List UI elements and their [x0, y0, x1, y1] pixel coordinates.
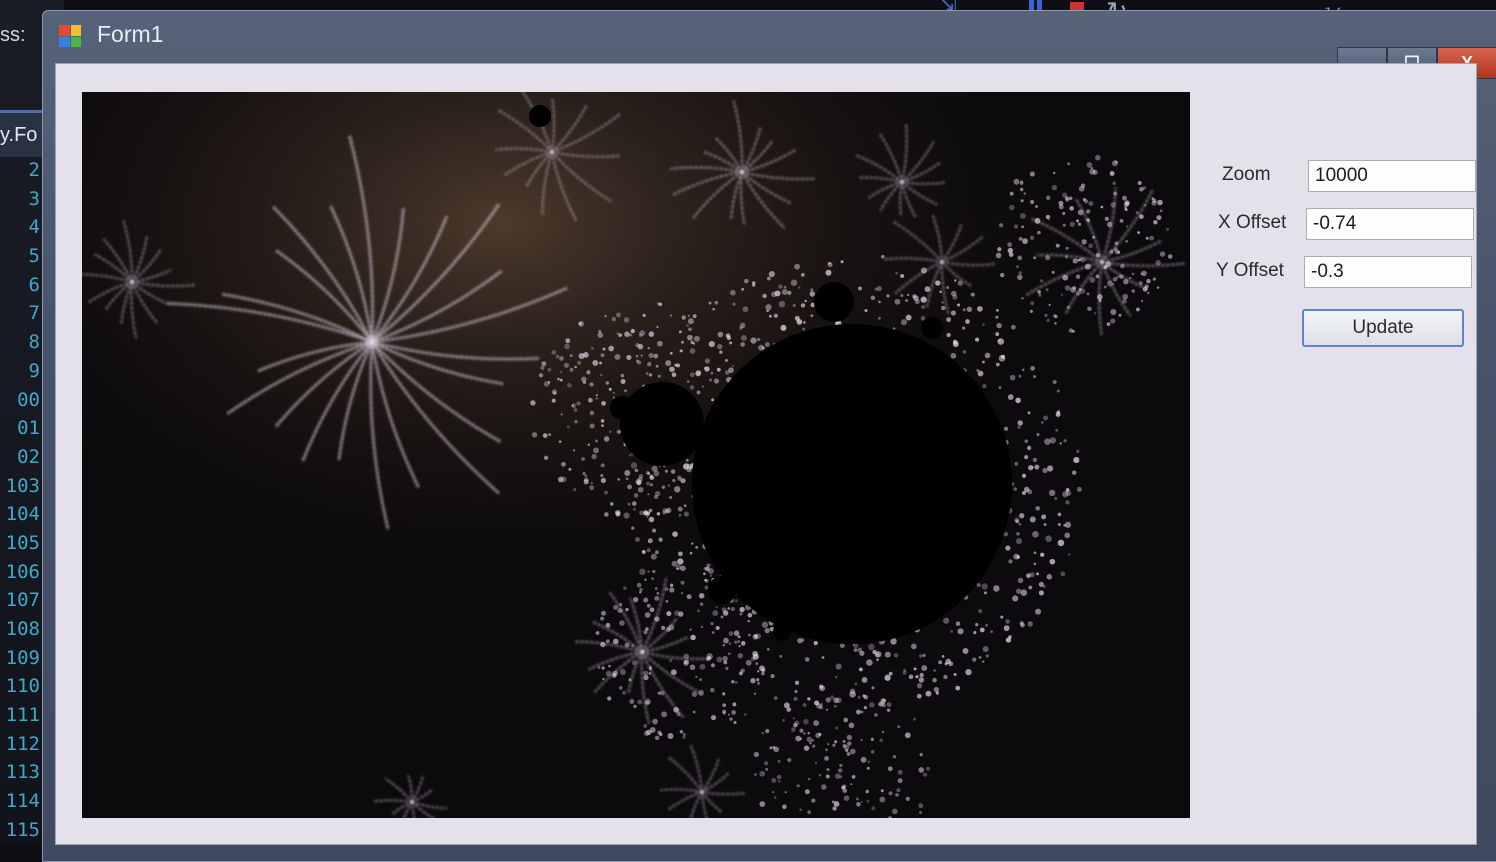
mandelbrot-render — [82, 92, 1190, 818]
form1-window: Form1 ▁ ☐ X — [42, 10, 1496, 862]
y-offset-input[interactable] — [1304, 256, 1472, 288]
form-client-area: Zoom X Offset Y Offset Update — [55, 63, 1477, 845]
x-offset-label: X Offset — [1218, 212, 1287, 233]
ide-document-tab[interactable]: y.Fo — [0, 110, 48, 157]
fractal-picturebox[interactable] — [82, 92, 1190, 818]
window-titlebar[interactable]: Form1 ▁ ☐ X — [43, 11, 1496, 79]
x-offset-input[interactable] — [1306, 208, 1474, 240]
window-title: Form1 — [97, 21, 164, 47]
update-button[interactable]: Update — [1302, 309, 1464, 347]
zoom-input[interactable] — [1308, 160, 1476, 192]
app-icon — [59, 25, 81, 47]
ide-panel-label: ss: — [0, 24, 26, 46]
y-offset-label: Y Offset — [1216, 260, 1284, 281]
zoom-label: Zoom — [1222, 164, 1271, 185]
